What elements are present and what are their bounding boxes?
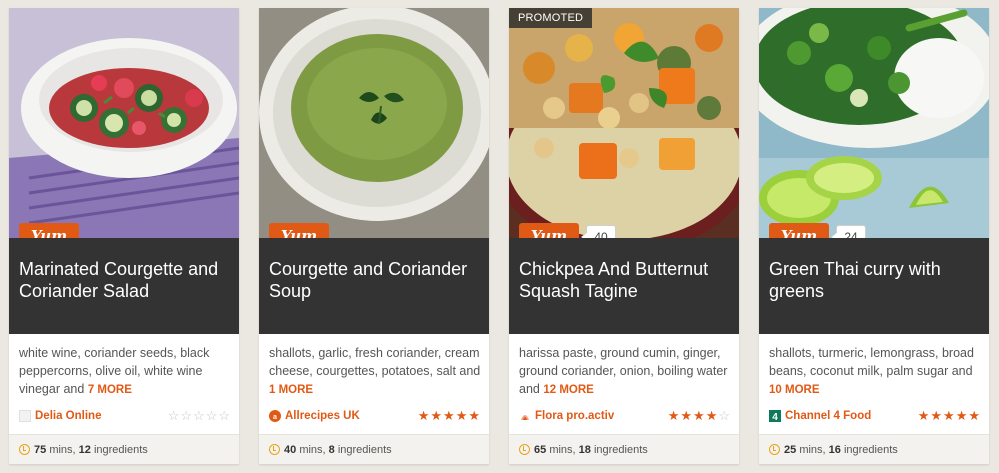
recipe-card[interactable]: PROMOTED Yum 40 Chickpea And Butternut S… — [509, 8, 739, 464]
recipe-title[interactable]: Courgette and Coriander Soup — [269, 258, 479, 302]
recipe-photo[interactable] — [9, 8, 239, 238]
source-link[interactable]: 4 Channel 4 Food — [769, 410, 871, 423]
star-icon: ☆ — [193, 408, 206, 423]
recipe-title[interactable]: Marinated Courgette and Coriander Salad — [19, 258, 229, 302]
recipe-title[interactable]: Chickpea And Butternut Squash Tagine — [519, 258, 729, 302]
star-rating: ★★★★☆ — [668, 408, 731, 424]
clock-icon — [519, 444, 530, 455]
more-ingredients-link[interactable]: 10 MORE — [769, 384, 820, 396]
recipe-card[interactable]: Yum Courgette and Coriander Soup shallot… — [259, 8, 489, 464]
star-icon: ☆ — [205, 408, 219, 423]
star-icon: ★ — [917, 408, 931, 423]
star-icon: ☆ — [718, 408, 731, 423]
star-icon: ★ — [443, 408, 456, 423]
star-icon: ★ — [667, 408, 681, 423]
recipe-meta: 40 mins, 8 ingredients — [259, 434, 489, 464]
more-ingredients-link[interactable]: 7 MORE — [88, 384, 132, 396]
svg-text:a: a — [273, 414, 277, 421]
delia-icon — [19, 410, 31, 422]
recipe-photo[interactable]: PROMOTED — [509, 8, 739, 238]
more-ingredients-link[interactable]: 1 MORE — [269, 384, 313, 396]
star-rating: ☆☆☆☆☆ — [168, 408, 231, 424]
star-icon: ★ — [430, 408, 444, 423]
clock-icon — [769, 444, 780, 455]
ingredient-list: harissa paste, ground cumin, ginger, gro… — [519, 346, 728, 396]
recipe-title[interactable]: Green Thai curry with greens — [769, 258, 979, 302]
star-icon: ★ — [455, 408, 469, 423]
recipe-meta: 25 mins, 16 ingredients — [759, 434, 989, 464]
star-icon: ☆ — [218, 408, 231, 423]
ingredient-list: shallots, turmeric, lemongrass, broad be… — [769, 346, 974, 396]
allrecipes-icon: a — [269, 410, 281, 422]
star-icon: ☆ — [180, 408, 194, 423]
clock-icon — [269, 444, 280, 455]
source-link[interactable]: Delia Online — [19, 410, 101, 422]
star-icon: ★ — [943, 408, 956, 423]
star-icon: ★ — [468, 408, 481, 423]
star-icon: ☆ — [167, 408, 181, 423]
ingredient-list: white wine, coriander seeds, black peppe… — [19, 346, 210, 396]
ingredient-list: shallots, garlic, fresh coriander, cream… — [269, 346, 481, 396]
svg-text:4: 4 — [772, 412, 778, 422]
star-icon: ★ — [968, 408, 981, 423]
star-icon: ★ — [417, 408, 431, 423]
channel4-icon: 4 — [769, 410, 781, 423]
recipe-card[interactable]: Yum 24 Green Thai curry with greens shal… — [759, 8, 989, 464]
source-link[interactable]: Flora pro.activ — [519, 410, 614, 422]
clock-icon — [19, 444, 30, 455]
star-rating: ★★★★★ — [918, 408, 981, 424]
star-icon: ★ — [680, 408, 694, 423]
flora-icon — [519, 410, 531, 422]
star-rating: ★★★★★ — [418, 408, 481, 424]
more-ingredients-link[interactable]: 12 MORE — [543, 384, 594, 396]
star-icon: ★ — [693, 408, 706, 423]
recipe-photo[interactable] — [759, 8, 989, 238]
recipe-photo[interactable] — [259, 8, 489, 238]
promoted-badge: PROMOTED — [509, 8, 593, 28]
source-link[interactable]: a Allrecipes UK — [269, 410, 360, 422]
star-icon: ★ — [955, 408, 969, 423]
recipe-card[interactable]: Yum Marinated Courgette and Coriander Sa… — [9, 8, 239, 464]
recipe-meta: 65 mins, 18 ingredients — [509, 434, 739, 464]
star-icon: ★ — [930, 408, 944, 423]
star-icon: ★ — [705, 408, 719, 423]
recipe-meta: 75 mins, 12 ingredients — [9, 434, 239, 464]
